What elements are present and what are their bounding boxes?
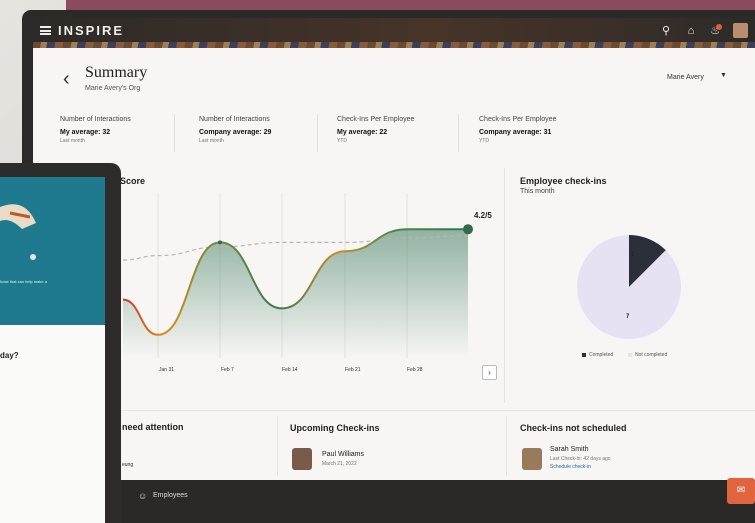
checkins-pie-chart (577, 235, 681, 339)
tablet-hero-text: hose that can help make a (0, 279, 47, 284)
nav-employees[interactable]: Employees (153, 492, 188, 499)
balloon-illustration (0, 204, 36, 260)
bottom-navigation-bar: ☺ Employees (33, 480, 755, 523)
upcoming-person-name[interactable]: Paul Williams (322, 451, 364, 458)
pie-legend-not-completed: Not completed (628, 352, 667, 358)
attention-item: eung (122, 462, 134, 468)
legend-label: Not completed (635, 352, 668, 358)
not-scheduled-person-name[interactable]: Sarah Smith (550, 446, 589, 453)
pie-label-not-completed: 7 (626, 314, 630, 320)
tablet-question: day? (0, 351, 19, 360)
legend-swatch (582, 352, 586, 357)
section-divider (33, 410, 755, 411)
avatar (522, 448, 542, 470)
legend-swatch (628, 352, 632, 357)
last-checkin-text: Last Check-in: 42 days ago (550, 456, 611, 462)
avatar (292, 448, 312, 470)
tablet-screen: hose that can help make a day? (0, 177, 105, 523)
upcoming-date: March 21, 2022 (322, 461, 357, 467)
balloon-small (30, 254, 36, 260)
app-screen: INSPIRE ⚲ ⌂ ♨ ‹ Summary Marie Avery's Or… (33, 18, 755, 523)
attention-card-title: need attention (122, 422, 184, 432)
legend-label: Completed (589, 352, 614, 358)
tablet-device: hose that can help make a day? (0, 163, 121, 523)
pie-legend-completed: Completed (582, 352, 613, 358)
chat-icon[interactable]: ✉ (727, 478, 755, 504)
section-divider (277, 416, 278, 476)
upcoming-checkins-title: Upcoming Check-ins (290, 423, 380, 433)
not-scheduled-title: Check-ins not scheduled (520, 423, 627, 433)
schedule-checkin-link[interactable]: Schedule check-in (550, 464, 591, 470)
pie-label-completed: 1 (631, 252, 635, 258)
pie-slice-not-completed[interactable] (577, 235, 681, 339)
employees-icon[interactable]: ☺ (138, 491, 150, 501)
balloon-shape (0, 204, 36, 229)
section-divider (506, 416, 507, 476)
tablet-hero-image: hose that can help make a (0, 177, 105, 325)
decorative-top-strip (66, 0, 755, 10)
